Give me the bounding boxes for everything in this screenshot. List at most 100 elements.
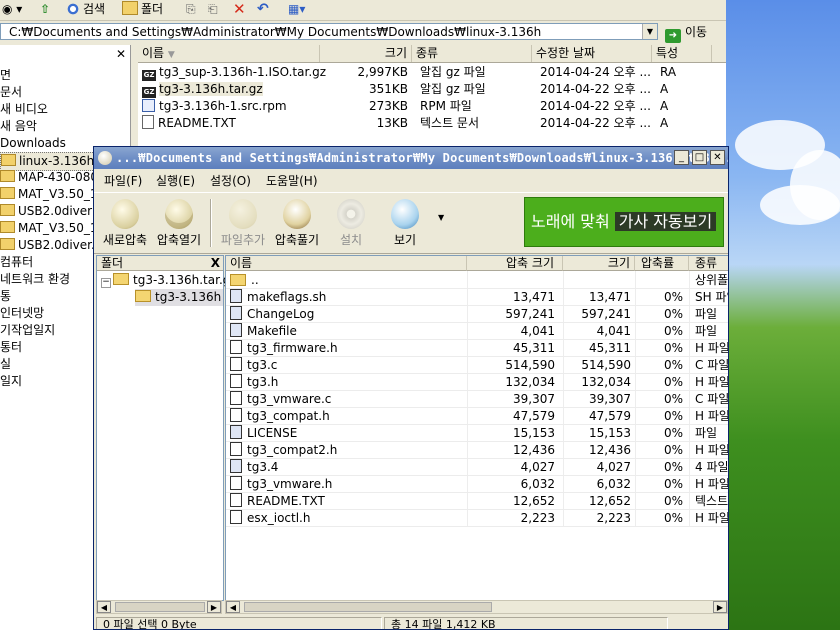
file-type: C 파일 <box>695 392 729 406</box>
col-name[interactable]: 이름 ▼ <box>138 45 320 62</box>
list-item[interactable]: tg3_compat2.h 12,436 12,436 0% H 파일 <box>226 442 728 459</box>
file-name: Makefile <box>230 323 466 340</box>
add-files-button[interactable]: 파일추가 <box>216 195 270 249</box>
folder-pane-item[interactable]: 실 <box>0 356 11 373</box>
list-item[interactable]: tg3_vmware.h 6,032 6,032 0% H 파일 <box>226 476 728 493</box>
copy-to-icon[interactable]: ⎗ <box>208 0 218 19</box>
file-name: GZ tg3-3.136h.tar.gz <box>142 81 320 98</box>
view-button[interactable]: 보기 <box>378 195 432 249</box>
col-type[interactable]: 종류 <box>412 45 532 62</box>
col-type[interactable]: 종류 <box>689 256 728 271</box>
scroll-thumb[interactable] <box>115 602 205 612</box>
file-list-header: 이름 ▼ 크기 종류 수정한 날짜 특성 <box>138 45 726 63</box>
list-item[interactable]: Makefile 4,041 4,041 0% 파일 <box>226 323 728 340</box>
col-attr[interactable]: 특성 <box>652 45 712 62</box>
new-archive-button[interactable]: 새로압축 <box>98 195 152 249</box>
file-row[interactable]: tg3-3.136h-1.src.rpm 273KB RPM 파일 2014-04-2… <box>138 98 726 115</box>
list-horizontal-scrollbar[interactable]: ◀ ▶ <box>225 600 728 614</box>
scroll-right-icon[interactable]: ▶ <box>713 601 727 613</box>
list-item[interactable]: tg3.h 132,034 132,034 0% H 파일 <box>226 374 728 391</box>
ratio: 0% <box>663 290 683 304</box>
file-row[interactable]: GZ tg3-3.136h.tar.gz 351KB 알집 gz 파일 2014-04-… <box>138 81 726 98</box>
ad-banner[interactable]: 노래에 맞춰 가사 자동보기 <box>524 197 724 247</box>
folder-pane-item[interactable]: 통터 <box>0 339 22 356</box>
tree-root[interactable]: − tg3-3.136h.tar.gz <box>101 272 237 289</box>
folder-pane-item[interactable]: 새 음악 <box>0 118 37 135</box>
folder-pane-item[interactable]: 네트워크 환경 <box>0 271 70 288</box>
col-ratio[interactable]: 압축률 <box>635 256 689 271</box>
view-dropdown-icon[interactable]: ▼ <box>438 213 444 222</box>
file-row[interactable]: README.TXT 13KB 텍스트 문서 2014-04-22 오후 ... A <box>138 115 726 132</box>
move-to-icon[interactable]: ⎘ <box>186 0 196 19</box>
go-button[interactable]: ➜ 이동 <box>665 23 707 43</box>
menu-settings[interactable]: 설정(O) <box>210 171 251 191</box>
folder-pane-item[interactable]: 통 <box>0 288 11 305</box>
address-input[interactable]: C:₩Documents and Settings₩Administrator₩… <box>0 23 658 40</box>
extract-button[interactable]: 압축풀기 <box>270 195 324 249</box>
minimize-button[interactable]: _ <box>674 150 689 165</box>
scroll-left-icon[interactable]: ◀ <box>226 601 240 613</box>
file-type: 파일 <box>695 307 718 321</box>
file-type-text: RPM 파일 <box>420 99 472 113</box>
list-item[interactable]: makeflags.sh 13,471 13,471 0% SH 파일 <box>226 289 728 306</box>
file-row[interactable]: GZ tg3_sup-3.136h-1.ISO.tar.gz 2,997KB 알집 g… <box>138 64 726 81</box>
menu-help[interactable]: 도움말(H) <box>266 171 318 191</box>
col-size[interactable]: 크기 <box>563 256 635 271</box>
folder-pane-item[interactable]: MAP-430-080S <box>0 169 106 186</box>
menu-file[interactable]: 파일(F) <box>104 171 142 191</box>
list-item[interactable]: LICENSE 15,153 15,153 0% 파일 <box>226 425 728 442</box>
list-item[interactable]: tg3.4 4,027 4,027 0% 4 파일 <box>226 459 728 476</box>
folder-pane-item[interactable]: 컴퓨터 <box>0 254 33 271</box>
file-type: 알집 gz 파일 <box>420 64 532 81</box>
folder-pane-item[interactable]: Downloads <box>0 135 66 152</box>
folder-pane-item[interactable]: USB2.0diver <box>0 203 92 220</box>
address-dropdown-icon[interactable]: ▼ <box>642 24 657 39</box>
up-folder-icon[interactable]: ⇧ <box>40 0 50 19</box>
folder-pane-item[interactable]: 기작업일지 <box>0 322 55 339</box>
list-item[interactable]: tg3_compat.h 47,579 47,579 0% H 파일 <box>226 408 728 425</box>
file-name-text: Makefile <box>247 324 297 338</box>
close-button[interactable]: ✕ <box>710 150 725 165</box>
delete-icon[interactable]: ✕ <box>233 0 246 19</box>
folder-pane-item[interactable]: 새 비디오 <box>0 101 48 118</box>
scroll-thumb[interactable] <box>244 602 492 612</box>
install-button[interactable]: 설치 <box>324 195 378 249</box>
list-item[interactable]: README.TXT 12,652 12,652 0% 텍스트 <box>226 493 728 510</box>
col-packed-size[interactable]: 압축 크기 <box>467 256 563 271</box>
search-button[interactable]: 검색 <box>66 0 105 19</box>
maximize-button[interactable]: □ <box>692 150 707 165</box>
col-name[interactable]: 이름 <box>226 256 467 271</box>
file-name: tg3_vmware.c <box>230 391 466 408</box>
new-archive-label: 새로압축 <box>102 233 148 247</box>
views-icon[interactable]: ▦▾ <box>288 0 305 19</box>
list-item[interactable]: tg3_firmware.h 45,311 45,311 0% H 파일 <box>226 340 728 357</box>
folders-button[interactable]: 폴더 <box>122 0 163 19</box>
back-button[interactable]: ◉ ▾ <box>2 0 22 19</box>
menu-run[interactable]: 실행(E) <box>156 171 195 191</box>
tree-child[interactable]: tg3-3.136h <box>135 289 224 306</box>
title-bar[interactable]: ...₩Documents and Settings₩Administrator… <box>94 147 728 169</box>
list-item[interactable]: esx_ioctl.h 2,223 2,223 0% H 파일 <box>226 510 728 527</box>
col-date[interactable]: 수정한 날짜 <box>532 45 652 62</box>
ratio: 0% <box>663 511 683 525</box>
folder-pane-item[interactable]: 면 <box>0 67 11 84</box>
undo-icon[interactable]: ↶ <box>257 0 269 19</box>
list-item[interactable]: .. 상위폴더 <box>226 272 728 289</box>
folder-pane-item[interactable]: 문서 <box>0 84 22 101</box>
main-toolbar: 새로압축 압축열기 파일추가 압축풀기 설치 보기 ▼ 노래에 맞춰 가사 자동… <box>94 192 728 254</box>
file-attr-text: A <box>660 116 669 130</box>
list-item[interactable]: ChangeLog 597,241 597,241 0% 파일 <box>226 306 728 323</box>
folder-pane-item[interactable]: 인터넷망 <box>0 305 44 322</box>
col-size[interactable]: 크기 <box>320 45 412 62</box>
tree-horizontal-scrollbar[interactable]: ◀ ▶ <box>96 600 222 614</box>
scroll-left-icon[interactable]: ◀ <box>97 601 111 613</box>
list-item[interactable]: tg3.c 514,590 514,590 0% C 파일 <box>226 357 728 374</box>
collapse-icon[interactable]: − <box>101 278 111 288</box>
folder-pane-item[interactable]: 일지 <box>0 373 22 390</box>
close-tree-icon[interactable]: X <box>211 256 220 271</box>
open-archive-button[interactable]: 압축열기 <box>152 195 206 249</box>
scroll-right-icon[interactable]: ▶ <box>207 601 221 613</box>
folder-tree: 폴더 X − tg3-3.136h.tar.gz tg3-3.136h <box>96 255 237 601</box>
close-folder-pane-icon[interactable]: ✕ <box>116 47 126 61</box>
list-item[interactable]: tg3_vmware.c 39,307 39,307 0% C 파일 <box>226 391 729 408</box>
